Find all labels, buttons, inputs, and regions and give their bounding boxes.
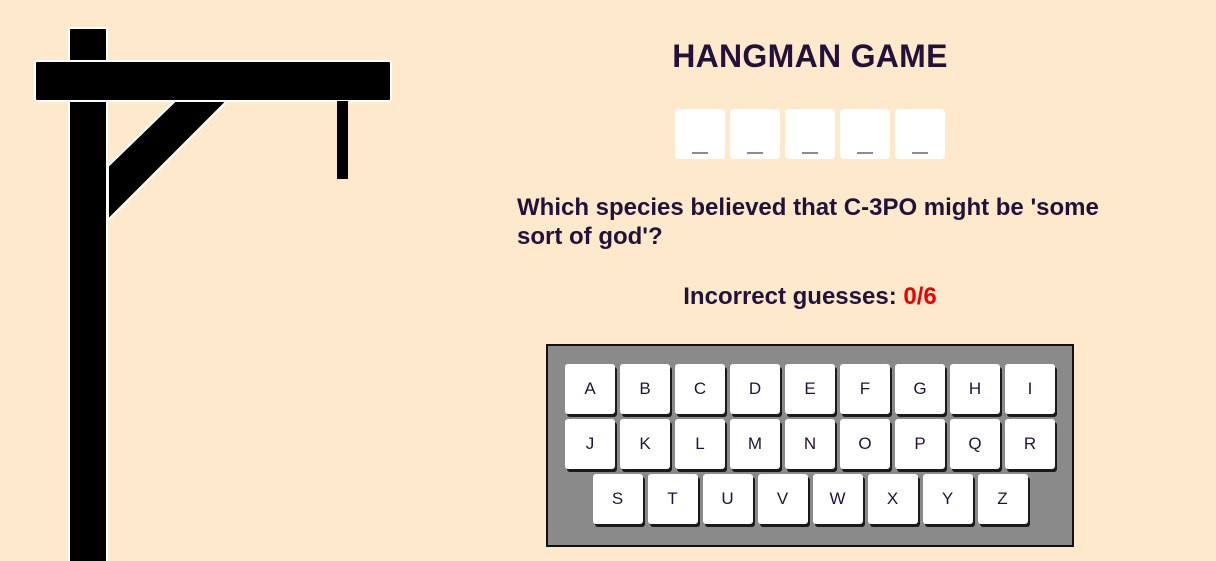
key-u[interactable]: U <box>702 474 753 524</box>
gallows-brace <box>107 99 231 223</box>
key-e[interactable]: E <box>785 364 835 414</box>
key-q[interactable]: Q <box>950 419 1000 469</box>
key-m[interactable]: M <box>730 419 780 469</box>
key-x[interactable]: X <box>867 474 918 524</box>
key-t[interactable]: T <box>647 474 698 524</box>
letter-slot: _ <box>675 109 725 159</box>
keyboard-row-2: J K L M N O P Q R <box>548 419 1072 469</box>
letter-slot-value: _ <box>802 125 818 156</box>
gallows-beam <box>34 60 392 102</box>
incorrect-guesses: Incorrect guesses: 0/6 <box>500 283 1120 311</box>
key-s[interactable]: S <box>592 474 643 524</box>
key-k[interactable]: K <box>620 419 670 469</box>
letter-slot-value: _ <box>747 125 763 156</box>
letter-slot: _ <box>730 109 780 159</box>
hint-text: Which species believed that C-3PO might … <box>517 194 1099 250</box>
gallows-drawing <box>34 27 392 561</box>
key-b[interactable]: B <box>620 364 670 414</box>
key-z[interactable]: Z <box>977 474 1028 524</box>
incorrect-guesses-label: Incorrect guesses: <box>683 283 897 310</box>
key-l[interactable]: L <box>675 419 725 469</box>
word-display: _ _ _ _ _ <box>675 109 945 159</box>
key-g[interactable]: G <box>895 364 945 414</box>
key-y[interactable]: Y <box>922 474 973 524</box>
key-v[interactable]: V <box>757 474 808 524</box>
key-d[interactable]: D <box>730 364 780 414</box>
key-c[interactable]: C <box>675 364 725 414</box>
key-p[interactable]: P <box>895 419 945 469</box>
game-panel: HANGMAN GAME _ _ _ _ _ Which species bel… <box>500 0 1120 561</box>
key-i[interactable]: I <box>1005 364 1055 414</box>
key-f[interactable]: F <box>840 364 890 414</box>
key-n[interactable]: N <box>785 419 835 469</box>
gallows-post <box>68 27 108 561</box>
key-w[interactable]: W <box>812 474 863 524</box>
key-o[interactable]: O <box>840 419 890 469</box>
letter-slot-value: _ <box>857 125 873 156</box>
gallows-rope <box>337 101 348 179</box>
letter-slot-value: _ <box>912 125 928 156</box>
keyboard-row-3: S T U V W X Y Z <box>548 474 1072 524</box>
key-r[interactable]: R <box>1005 419 1055 469</box>
letter-slot-value: _ <box>692 125 708 156</box>
key-a[interactable]: A <box>565 364 615 414</box>
letter-slot: _ <box>895 109 945 159</box>
game-title: HANGMAN GAME <box>672 38 948 74</box>
letter-slot: _ <box>840 109 890 159</box>
letter-slot: _ <box>785 109 835 159</box>
key-h[interactable]: H <box>950 364 1000 414</box>
key-j[interactable]: J <box>565 419 615 469</box>
incorrect-guesses-count: 0/6 <box>903 283 937 310</box>
hangman-page: HANGMAN GAME _ _ _ _ _ Which species bel… <box>0 0 1216 561</box>
virtual-keyboard: A B C D E F G H I J K L M N O P Q R S T … <box>546 344 1074 547</box>
keyboard-row-1: A B C D E F G H I <box>548 364 1072 414</box>
